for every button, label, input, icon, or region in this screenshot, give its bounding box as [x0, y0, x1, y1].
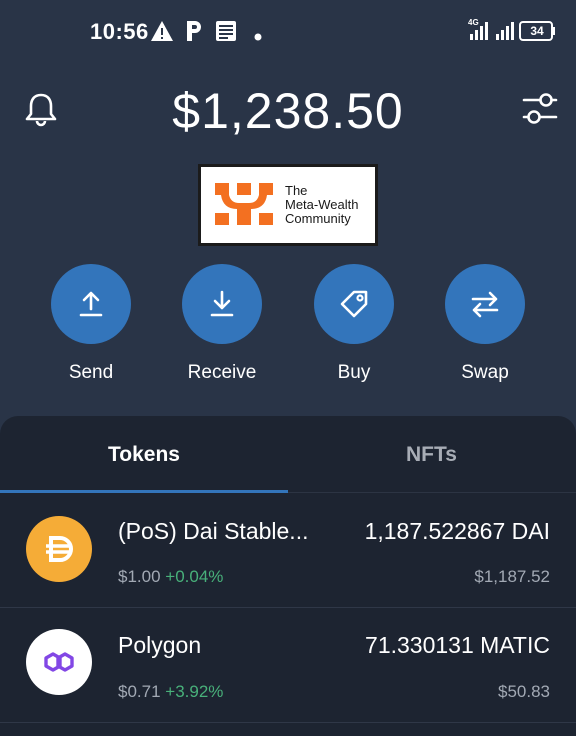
buy-label: Buy: [337, 362, 371, 383]
token-price-line: $0.71 +3.92%: [118, 682, 223, 702]
token-value: $50.83: [498, 682, 550, 701]
token-row-dai[interactable]: (PoS) Dai Stable... $1.00 +0.04% 1,187.5…: [0, 494, 576, 608]
asset-tabs: Tokens NFTs: [0, 416, 576, 494]
token-amount: 71.330131 MATIC: [365, 632, 550, 658]
dot-icon: [254, 28, 262, 46]
tab-tokens[interactable]: Tokens: [108, 443, 180, 467]
total-balance: $1,238.50: [172, 83, 404, 139]
warning-icon: [150, 20, 174, 47]
token-amount: 1,187.522867 DAI: [364, 518, 550, 544]
swap-button[interactable]: Swap: [425, 264, 545, 384]
polygon-icon: [26, 629, 92, 695]
token-change: +3.92%: [165, 682, 224, 701]
send-button[interactable]: Send: [31, 264, 151, 384]
assets-panel: Tokens NFTs (PoS) Dai Stable... $1.00 +0…: [0, 416, 576, 736]
token-price-line: $1.00 +0.04%: [118, 567, 223, 587]
row-divider: [0, 722, 576, 723]
token-value: $1,187.52: [474, 567, 550, 586]
active-tab-indicator: [0, 490, 288, 493]
logo-text: The Meta-Wealth Community: [285, 184, 358, 226]
arrow-up-icon[interactable]: [51, 264, 131, 344]
news-icon: [214, 20, 238, 47]
token-price: $1.00: [118, 567, 161, 586]
row-divider: [0, 607, 576, 608]
swap-arrows-icon[interactable]: [445, 264, 525, 344]
token-name: Polygon: [118, 632, 202, 658]
logo-line-1: The: [285, 183, 308, 198]
parking-icon: [184, 20, 204, 47]
battery-level: 34: [530, 24, 544, 38]
logo-line-3: Community: [285, 211, 351, 226]
token-change: +0.04%: [165, 567, 224, 586]
arrow-down-icon[interactable]: [182, 264, 262, 344]
receive-button[interactable]: Receive: [162, 264, 282, 384]
status-bar: 10:56 4G 34: [0, 0, 576, 64]
tag-icon[interactable]: [314, 264, 394, 344]
filter-sliders-icon[interactable]: [520, 90, 560, 128]
token-price: $0.71: [118, 682, 161, 701]
token-row-polygon[interactable]: Polygon $0.71 +3.92% 71.330131 MATIC $50…: [0, 609, 576, 723]
swap-label: Swap: [461, 362, 509, 383]
svg-text:4G: 4G: [468, 18, 479, 27]
dai-icon: [26, 516, 92, 582]
status-right-icons: 4G 34: [468, 16, 558, 46]
community-logo: The Meta-Wealth Community: [198, 164, 378, 246]
logo-line-2: Meta-Wealth: [285, 197, 359, 212]
send-label: Send: [68, 362, 114, 383]
tab-nfts[interactable]: NFTs: [406, 443, 457, 467]
buy-button[interactable]: Buy: [294, 264, 414, 384]
token-name: (PoS) Dai Stable...: [118, 518, 309, 544]
status-time: 10:56: [90, 19, 149, 44]
receive-label: Receive: [187, 362, 257, 383]
meta-wealth-logo-icon: [213, 179, 275, 229]
